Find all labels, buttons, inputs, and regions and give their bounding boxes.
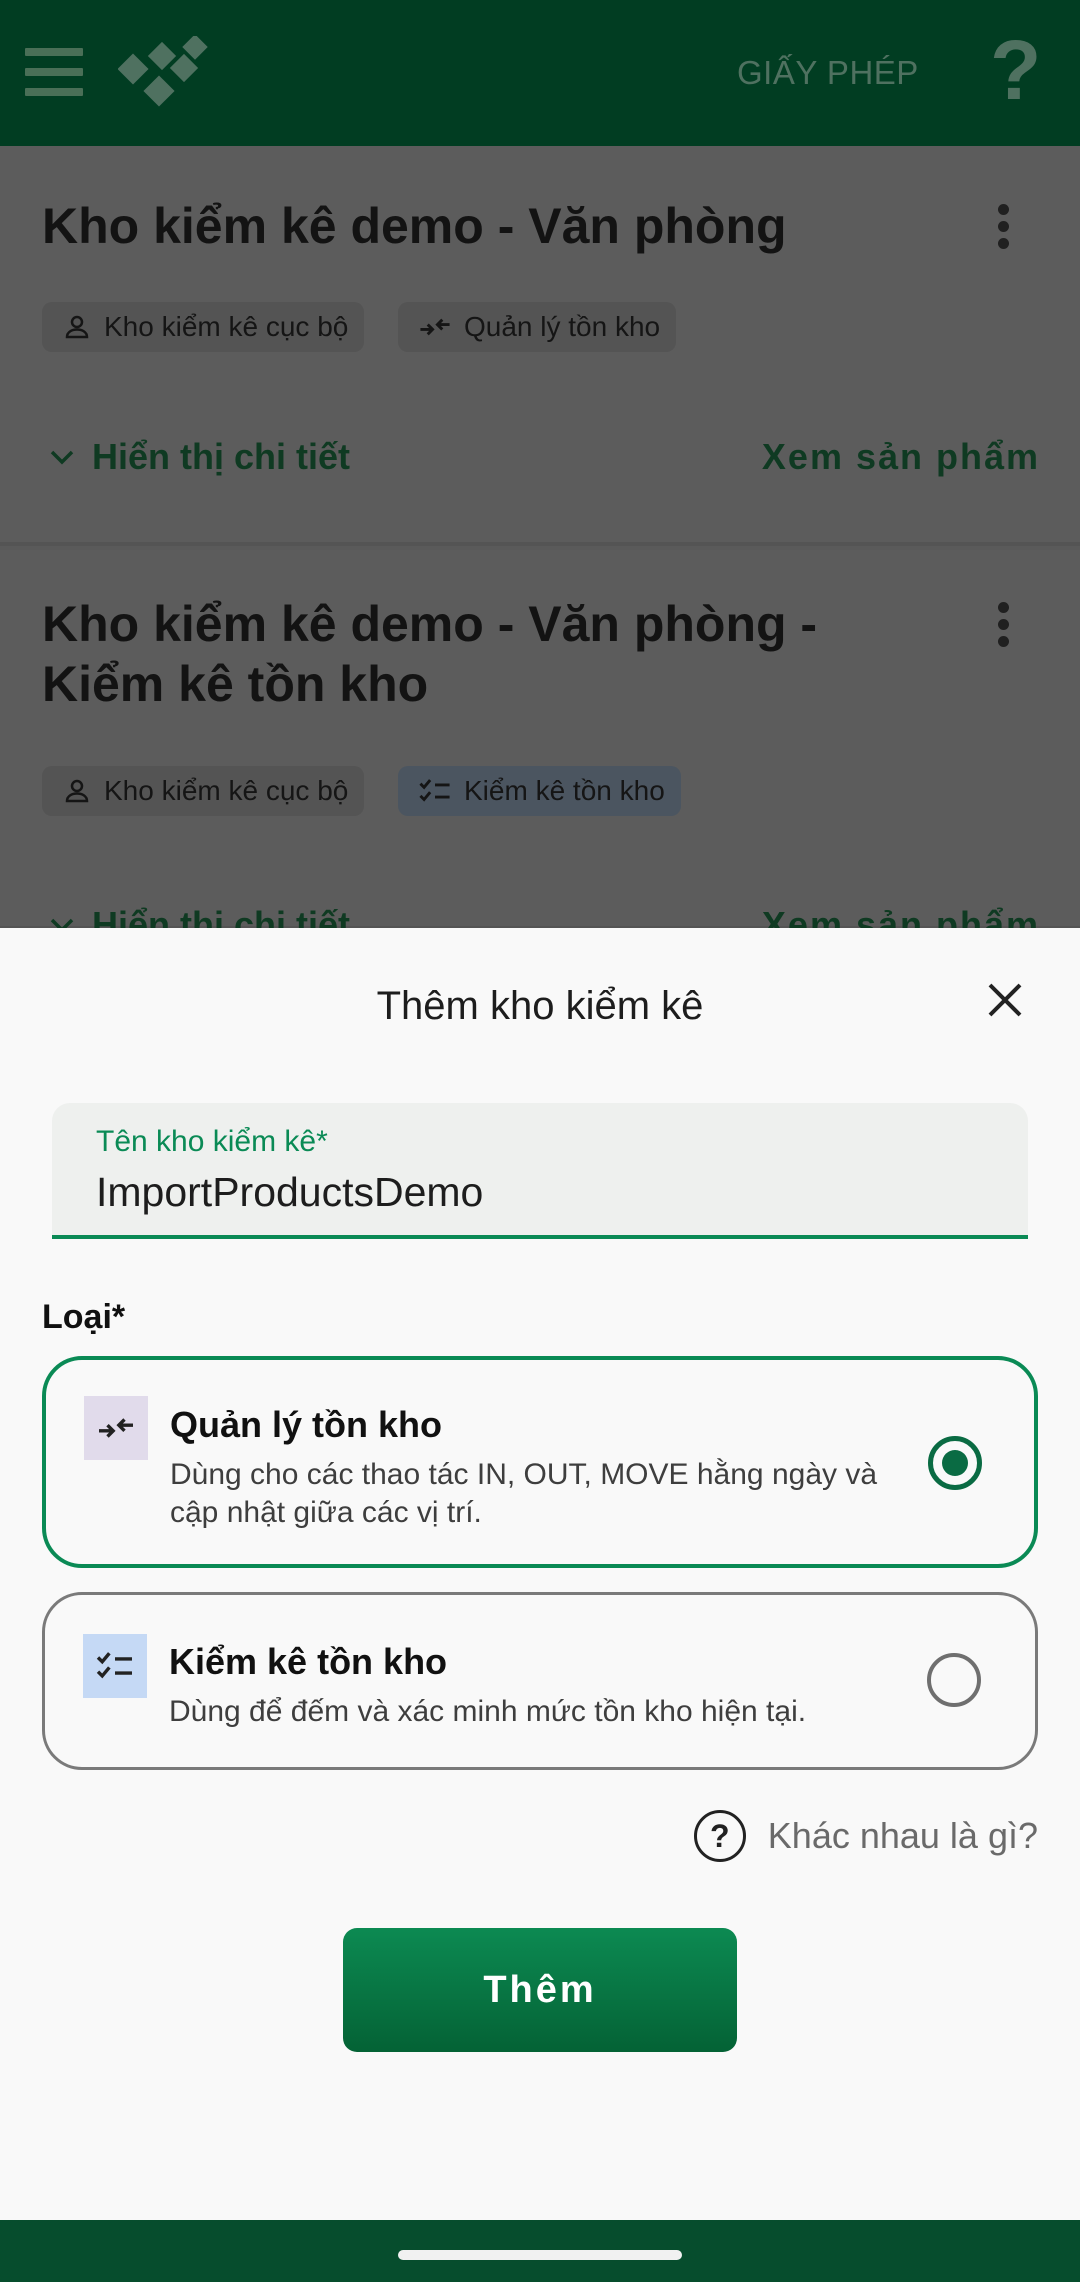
app-bar: GIẤY PHÉP ? [0,0,1080,146]
card-title-line2: Kiểm kê tồn kho [42,656,429,712]
more-options-icon[interactable] [998,204,1012,255]
option-title: Kiểm kê tồn kho [169,1641,448,1682]
checklist-icon [83,1634,147,1698]
system-nav-bar [0,2220,1080,2282]
logo-icon [118,36,208,107]
menu-icon[interactable] [25,48,83,96]
type-label: Loại* [42,1298,126,1336]
chip-local-inventory: Kho kiểm kê cục bộ [42,302,365,352]
license-button[interactable]: GIẤY PHÉP [737,54,919,92]
add-inventory-sheet: Thêm kho kiểm kê Tên kho kiểm kê* Import… [0,928,1080,2220]
help-label: Khác nhau là gì? [767,1815,1038,1856]
add-button[interactable]: Thêm [343,1928,737,2052]
home-indicator[interactable] [398,2250,682,2260]
question-icon: ? [693,1810,746,1862]
more-options-icon[interactable] [998,602,1012,653]
arrows-in-icon [84,1396,148,1460]
option-description: Dùng cho các thao tác IN, OUT, MOVE hằng… [170,1458,878,1529]
radio-selected[interactable] [928,1436,982,1490]
card-title: Kho kiểm kê demo - Văn phòng [42,198,787,254]
inventory-name-field[interactable]: Tên kho kiểm kê* ImportProductsDemo [52,1103,1028,1239]
chip-local-inventory: Kho kiểm kê cục bộ [42,766,365,816]
chip-stock-management: Quản lý tồn kho [398,302,677,352]
option-stock-count[interactable]: Kiểm kê tồn kho Dùng để đếm và xác minh … [42,1592,1038,1770]
person-icon [65,315,89,339]
help-icon[interactable]: ? [990,28,1041,112]
option-stock-management[interactable]: Quản lý tồn kho Dùng cho các thao tác IN… [42,1356,1038,1568]
inventory-card: Kho kiểm kê demo - Văn phòng - Kiểm kê t… [0,550,1080,945]
chevron-down-icon [50,450,74,465]
person-icon [65,779,89,803]
show-details-button[interactable]: Hiển thị chi tiết [48,436,350,478]
inventory-card: Kho kiểm kê demo - Văn phòng Kho kiểm kê… [0,146,1080,546]
field-value[interactable]: ImportProductsDemo [96,1169,483,1216]
arrows-in-icon [420,318,450,336]
field-label: Tên kho kiểm kê* [96,1125,328,1158]
checklist-icon [419,779,450,802]
radio-unselected[interactable] [927,1653,981,1707]
card-title-line1: Kho kiểm kê demo - Văn phòng - [42,596,818,652]
option-description: Dùng để đếm và xác minh mức tồn kho hiện… [169,1695,807,1728]
sheet-title: Thêm kho kiểm kê [376,984,704,1028]
close-icon[interactable] [985,980,1025,1020]
option-title: Quản lý tồn kho [170,1404,443,1445]
difference-help-link[interactable]: ? Khác nhau là gì? [693,1810,1038,1862]
view-products-button[interactable]: Xem sản phẩm [762,436,1040,478]
chip-stock-count: Kiểm kê tồn kho [398,766,681,816]
